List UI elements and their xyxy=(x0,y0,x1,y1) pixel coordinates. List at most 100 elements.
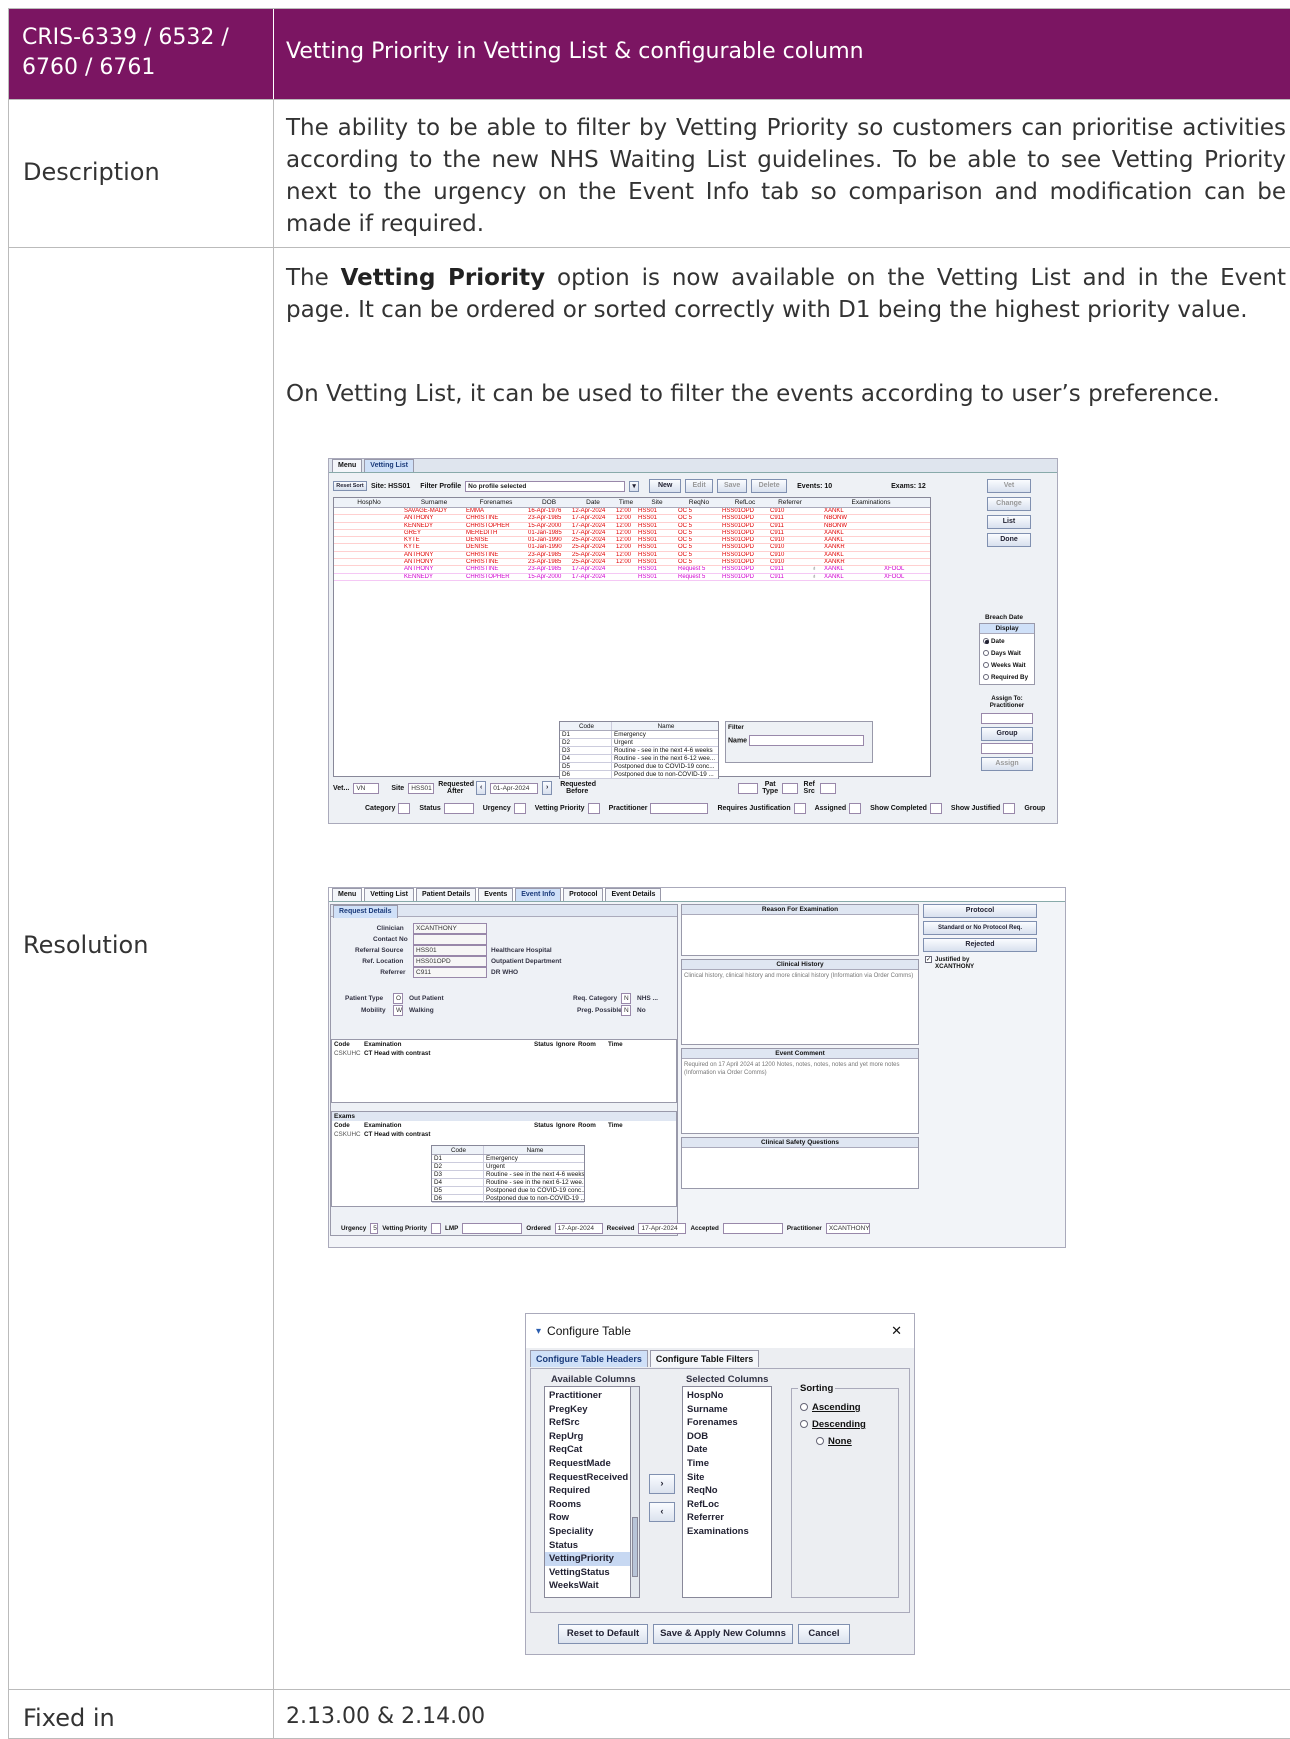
lookup-row[interactable]: D6 Postponed due to non-COVID-19 ... xyxy=(560,771,718,779)
available-column-item[interactable]: Required xyxy=(545,1484,631,1498)
col-referrer[interactable]: Referrer xyxy=(768,498,810,507)
new-profile-button[interactable]: New xyxy=(649,479,682,493)
event-tab[interactable]: Menu xyxy=(332,888,363,901)
selected-column-item[interactable]: Forenames xyxy=(683,1416,771,1430)
requested-before-input[interactable] xyxy=(738,782,759,794)
edit-profile-button[interactable]: Edit xyxy=(685,479,714,493)
selected-column-item[interactable]: ReqNo xyxy=(683,1484,771,1498)
bottom-input[interactable] xyxy=(722,1223,783,1234)
bottom-input[interactable] xyxy=(431,1223,441,1234)
rejected-button[interactable]: Rejected xyxy=(923,938,1037,952)
lookup-row[interactable]: D4 Routine - see in the next 6-12 wee... xyxy=(432,1179,584,1187)
sorting-option[interactable]: Ascending xyxy=(800,1399,866,1416)
available-column-item[interactable]: Row xyxy=(545,1511,631,1525)
group-input[interactable] xyxy=(981,743,1033,754)
selected-column-item[interactable]: Referrer xyxy=(683,1511,771,1525)
available-column-item[interactable]: RepUrg xyxy=(545,1430,631,1444)
prev-date-button[interactable]: ‹ xyxy=(476,781,487,795)
preg-possible-code[interactable]: N xyxy=(621,1005,631,1016)
reset-sort-button[interactable]: Reset Sort xyxy=(333,481,367,491)
filter-input[interactable] xyxy=(1003,803,1016,814)
field-input[interactable] xyxy=(413,934,487,945)
col-refloc[interactable]: RefLoc xyxy=(720,498,768,507)
tab-request-details[interactable]: Request Details xyxy=(333,905,398,918)
table-row[interactable]: GREY MEREDITH 01-Jan-1985 17-Apr-2024 12:00 H… xyxy=(334,530,930,538)
filter-input[interactable] xyxy=(587,803,600,814)
lookup-row[interactable]: D2 Urgent xyxy=(560,739,718,747)
filter-input[interactable] xyxy=(849,803,862,814)
selected-column-item[interactable]: Site xyxy=(683,1471,771,1485)
table-row[interactable]: ANTHONY CHRISTINE 23-Apr-1985 25-Apr-2024 12… xyxy=(334,552,930,560)
col-surname[interactable]: Surname xyxy=(402,498,464,507)
event-tab[interactable]: Vetting List xyxy=(364,888,415,901)
selected-column-item[interactable]: Examinations xyxy=(683,1525,771,1539)
event-tab[interactable]: Events xyxy=(478,888,514,901)
lookup-row[interactable]: D5 Postponed due to COVID-19 conc... xyxy=(432,1187,584,1195)
list-button[interactable]: List xyxy=(987,515,1031,529)
lookup-row[interactable]: D4 Routine - see in the next 6-12 wee... xyxy=(560,755,718,763)
available-column-item[interactable]: VettingPriority xyxy=(545,1552,631,1566)
filter-input[interactable] xyxy=(793,803,806,814)
col-date[interactable]: Date xyxy=(570,498,614,507)
tab-configure-filters[interactable]: Configure Table Filters xyxy=(649,1350,760,1367)
protocol-button[interactable]: Protocol xyxy=(923,904,1037,918)
table-row[interactable]: ANTHONY CHRISTINE 23-Apr-1985 25-Apr-2024 12… xyxy=(334,559,930,567)
field-input[interactable]: HSS01 xyxy=(413,945,487,956)
filter-input[interactable] xyxy=(443,803,474,814)
justified-checkbox[interactable]: ✓ Justified by XCANTHONY xyxy=(925,956,991,970)
tab-vetting-list[interactable]: Vetting List xyxy=(364,459,415,472)
display-option[interactable]: Weeks Wait xyxy=(980,660,1034,672)
group-button[interactable]: Group xyxy=(981,727,1033,741)
filter-input[interactable] xyxy=(398,803,411,814)
event-exams-row[interactable]: CSKUHC CT Head with contrast xyxy=(332,1049,676,1058)
cancel-button[interactable]: Cancel xyxy=(798,1624,850,1644)
move-right-button[interactable]: › xyxy=(649,1474,675,1494)
col-examinations[interactable]: Examinations xyxy=(810,498,930,507)
available-column-item[interactable]: Speciality xyxy=(545,1525,631,1539)
event-tab[interactable]: Protocol xyxy=(563,888,604,901)
event-tab[interactable]: Patient Details xyxy=(416,888,477,901)
filter-input[interactable] xyxy=(650,803,709,814)
display-option[interactable]: Required By xyxy=(980,672,1034,684)
sorting-option[interactable]: Descending xyxy=(800,1416,866,1433)
available-column-item[interactable]: Practitioner xyxy=(545,1389,631,1403)
practitioner-assign-input[interactable] xyxy=(981,713,1033,724)
selected-column-item[interactable]: Surname xyxy=(683,1403,771,1417)
lookup-row[interactable]: D3 Routine - see in the next 4-6 weeks xyxy=(432,1171,584,1179)
scroll-thumb[interactable] xyxy=(632,1517,638,1577)
col-forenames[interactable]: Forenames xyxy=(464,498,526,507)
lookup-row[interactable]: D1 Emergency xyxy=(560,731,718,739)
mobility-code[interactable]: W xyxy=(393,1005,403,1016)
field-input[interactable]: C911 xyxy=(413,967,487,978)
change-button[interactable]: Change xyxy=(987,497,1031,511)
selected-column-item[interactable]: RefLoc xyxy=(683,1498,771,1512)
display-option[interactable]: Days Wait xyxy=(980,648,1034,660)
patient-type-code[interactable]: O xyxy=(393,993,403,1004)
filter-input[interactable] xyxy=(513,803,526,814)
vet-button[interactable]: Vet xyxy=(987,479,1031,493)
close-icon[interactable]: ✕ xyxy=(891,1323,902,1339)
table-row[interactable]: KYTE DENISE 01-Jan-1990 25-Apr-2024 12:00 HSS… xyxy=(334,544,930,552)
available-column-item[interactable]: PregKey xyxy=(545,1403,631,1417)
standard-protocol-button[interactable]: Standard or No Protocol Req. xyxy=(923,921,1037,935)
save-profile-button[interactable]: Save xyxy=(717,479,748,493)
lookup-row[interactable]: D5 Postponed due to COVID-19 conc... xyxy=(560,763,718,771)
ref-src-input[interactable] xyxy=(820,782,837,794)
field-input[interactable]: XCANTHONY xyxy=(413,923,487,934)
table-row[interactable]: ANTHONY CHRISTINE 23-Apr-1985 17-Apr-2024 HS… xyxy=(334,566,930,574)
req-category-code[interactable]: N xyxy=(621,993,631,1004)
available-column-item[interactable]: VettingStatus xyxy=(545,1566,631,1580)
col-reqno[interactable]: ReqNo xyxy=(676,498,720,507)
chevron-down-icon[interactable]: ▾ xyxy=(629,480,640,492)
table-row[interactable]: KENNEDY CHRISTOPHER 15-Apr-2000 17-Apr-2024… xyxy=(334,523,930,530)
event-tab[interactable]: Event Details xyxy=(605,888,662,901)
bottom-input[interactable]: 17-Apr-2024 xyxy=(638,1223,687,1234)
save-apply-button[interactable]: Save & Apply New Columns xyxy=(653,1624,793,1644)
tab-menu[interactable]: Menu xyxy=(332,459,363,472)
bottom-input[interactable]: XCANTHONY xyxy=(825,1223,870,1234)
lookup-row[interactable]: D3 Routine - see in the next 4-6 weeks xyxy=(560,747,718,755)
col-dob[interactable]: DOB xyxy=(526,498,570,507)
selected-column-item[interactable]: Time xyxy=(683,1457,771,1471)
tab-configure-headers[interactable]: Configure Table Headers xyxy=(530,1350,648,1367)
pat-type-input[interactable] xyxy=(782,782,799,794)
